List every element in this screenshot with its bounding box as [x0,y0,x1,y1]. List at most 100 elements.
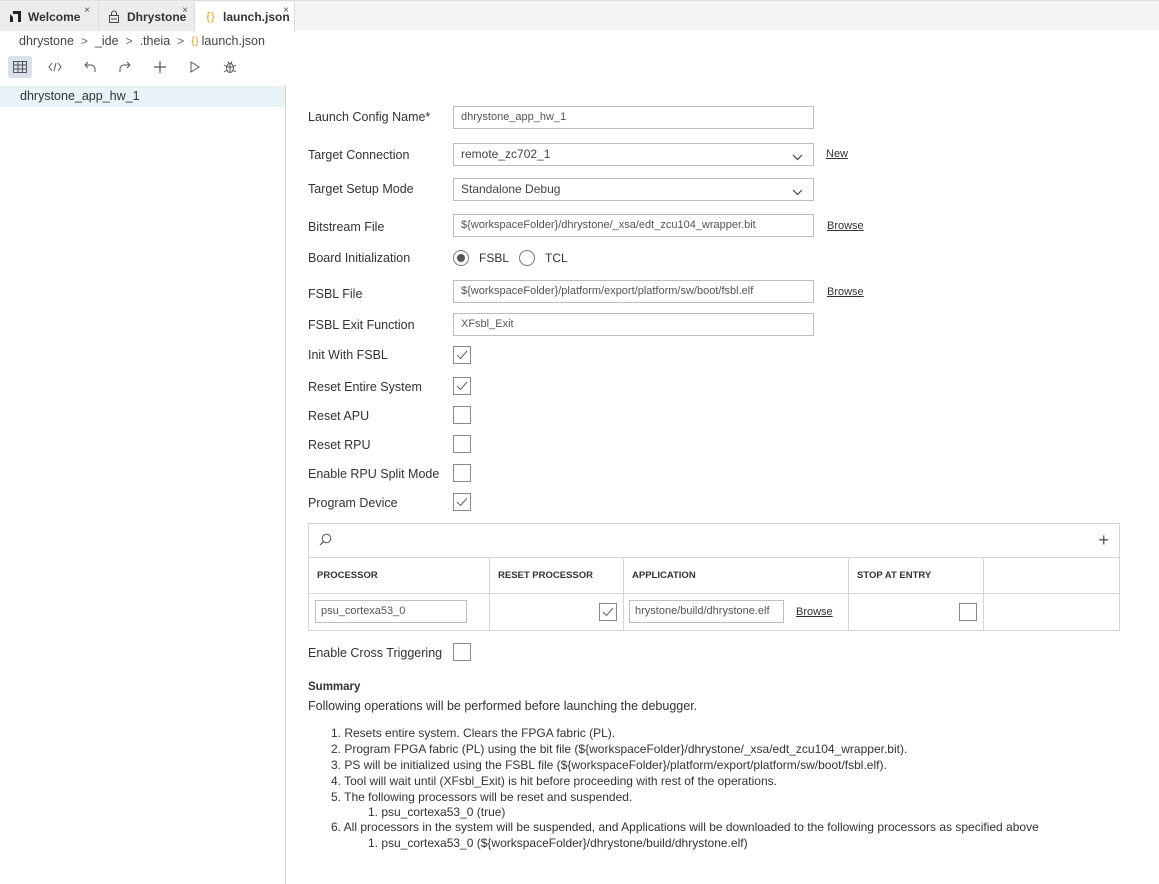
bitstream-file-input[interactable]: ${workspaceFolder}/dhrystone/_xsa/edt_zc… [453,214,814,237]
processor-table: + PROCESSOR RESET PROCESSOR APPLICATION … [308,523,1120,631]
table-search-bar[interactable]: + [309,524,1119,558]
application-cell: hrystone/build/dhrystone.elf Browse [624,594,849,631]
target-setup-mode-value: Standalone Debug [461,182,561,196]
summary-subline: 1. psu_cortexa53_0 (${workspaceFolder}/d… [368,836,748,850]
target-setup-mode-label: Target Setup Mode [308,182,414,196]
enable-cross-triggering-label: Enable Cross Triggering [308,646,443,660]
search-icon [319,533,332,549]
launch-config-name-input[interactable]: dhrystone_app_hw_1 [453,106,814,129]
checkmark-icon [456,381,468,391]
tab-label: Welcome [28,9,81,24]
reset-rpu-label: Reset RPU [308,438,371,452]
tab-welcome[interactable]: Welcome × [0,2,98,31]
table-view-icon[interactable] [8,56,32,78]
reset-entire-system-checkbox[interactable] [453,377,471,395]
reset-processor-cell [490,594,624,631]
chevron-right-icon: > [80,34,88,48]
program-device-checkbox[interactable] [453,493,471,511]
table-row: psu_cortexa53_0 hrystone/build/dhrystone… [309,594,1119,631]
breadcrumb: dhrystone > _ide > .theia > { } launch.j… [19,33,265,49]
json-file-icon: { } [206,11,214,23]
breadcrumb-item[interactable]: _ide [95,34,119,48]
undo-icon[interactable] [78,56,102,78]
reset-apu-checkbox[interactable] [453,406,471,424]
summary-line: 2. Program FPGA fabric (PL) using the bi… [331,742,908,756]
column-header-application: APPLICATION [624,558,849,594]
actions-cell [984,594,1119,631]
breadcrumb-item[interactable]: launch.json [202,34,265,48]
reset-rpu-checkbox[interactable] [453,435,471,453]
close-icon[interactable]: × [182,5,188,16]
close-icon[interactable]: × [84,5,90,16]
fsbl-exit-function-input[interactable]: XFsbl_Exit [453,313,814,336]
fsbl-file-input[interactable]: ${workspaceFolder}/platform/export/platf… [453,280,814,303]
checkmark-icon [602,607,614,617]
app-logo-icon [8,10,22,24]
checkmark-icon [456,497,468,507]
breadcrumb-item[interactable]: dhrystone [19,34,74,48]
chevron-right-icon: > [177,34,185,48]
target-setup-mode-select[interactable]: Standalone Debug [453,178,814,201]
column-header-stop-at-entry: STOP AT ENTRY [849,558,984,594]
json-file-icon: { } [191,35,199,47]
reset-apu-label: Reset APU [308,409,370,423]
tab-dhrystone[interactable]: Dhrystone × [98,2,194,31]
board-initialization-label: Board Initialization [308,251,411,265]
init-with-fsbl-label: Init With FSBL [308,348,388,362]
program-device-label: Program Device [308,496,398,510]
summary-intro: Following operations will be performed b… [308,699,698,713]
launch-config-name-label: Launch Config Name* [308,110,431,124]
tab-launch-json[interactable]: { } launch.json × [194,2,295,32]
tcl-radio[interactable] [519,250,535,266]
init-with-fsbl-checkbox[interactable] [453,346,471,364]
fsbl-browse-button[interactable]: Browse [827,286,864,298]
reset-entire-system-label: Reset Entire System [308,380,422,394]
bitstream-file-label: Bitstream File [308,220,385,234]
add-row-button[interactable]: + [1098,530,1109,551]
summary-line: 1. Resets entire system. Clears the FPGA… [331,726,616,740]
debug-icon[interactable] [218,56,242,78]
config-list-item[interactable]: dhrystone_app_hw_1 [0,86,285,107]
fsbl-radio-label: FSBL [479,251,510,265]
editor-tab-bar: Welcome × Dhrystone × { } launch.json × [0,0,1159,32]
enable-rpu-split-mode-checkbox[interactable] [453,464,471,482]
fsbl-radio[interactable] [453,250,469,266]
target-connection-select[interactable]: remote_zc702_1 [453,143,814,166]
processor-input[interactable]: psu_cortexa53_0 [315,600,467,623]
checkmark-icon [456,350,468,360]
run-icon[interactable] [183,56,207,78]
table-header: PROCESSOR RESET PROCESSOR APPLICATION ST… [309,558,1119,594]
tab-label: Dhrystone [127,9,187,24]
target-connection-label: Target Connection [308,148,410,162]
launch-config-list: dhrystone_app_hw_1 [0,85,286,884]
column-header-processor: PROCESSOR [309,558,490,594]
application-input[interactable]: hrystone/build/dhrystone.elf [629,600,784,623]
bitstream-browse-button[interactable]: Browse [827,220,864,232]
chevron-down-icon [792,182,803,200]
chevron-down-icon [792,147,803,165]
close-icon[interactable]: × [283,5,289,16]
summary-subline: 1. psu_cortexa53_0 (true) [368,805,506,819]
summary-line: 3. PS will be initialized using the FSBL… [331,758,887,772]
redo-icon[interactable] [113,56,137,78]
processor-cell: psu_cortexa53_0 [309,594,490,631]
code-view-icon[interactable] [43,56,67,78]
editor-toolbar [8,55,253,79]
tcl-radio-label: TCL [545,251,568,265]
summary-line: 5. The following processors will be rese… [331,790,633,804]
column-header-reset-processor: RESET PROCESSOR [490,558,624,594]
lock-icon [107,10,121,24]
fsbl-file-label: FSBL File [308,287,363,301]
application-browse-button[interactable]: Browse [796,606,833,618]
breadcrumb-item[interactable]: .theia [140,34,171,48]
stop-at-entry-cell [849,594,984,631]
reset-processor-checkbox[interactable] [599,603,617,621]
new-connection-link[interactable]: New [826,148,848,160]
target-connection-value: remote_zc702_1 [461,147,551,161]
summary-title: Summary [308,681,361,693]
add-icon[interactable] [148,56,172,78]
stop-at-entry-checkbox[interactable] [959,603,977,621]
enable-cross-triggering-checkbox[interactable] [453,643,471,661]
chevron-right-icon: > [125,34,133,48]
summary-line: 6. All processors in the system will be … [331,820,1039,834]
